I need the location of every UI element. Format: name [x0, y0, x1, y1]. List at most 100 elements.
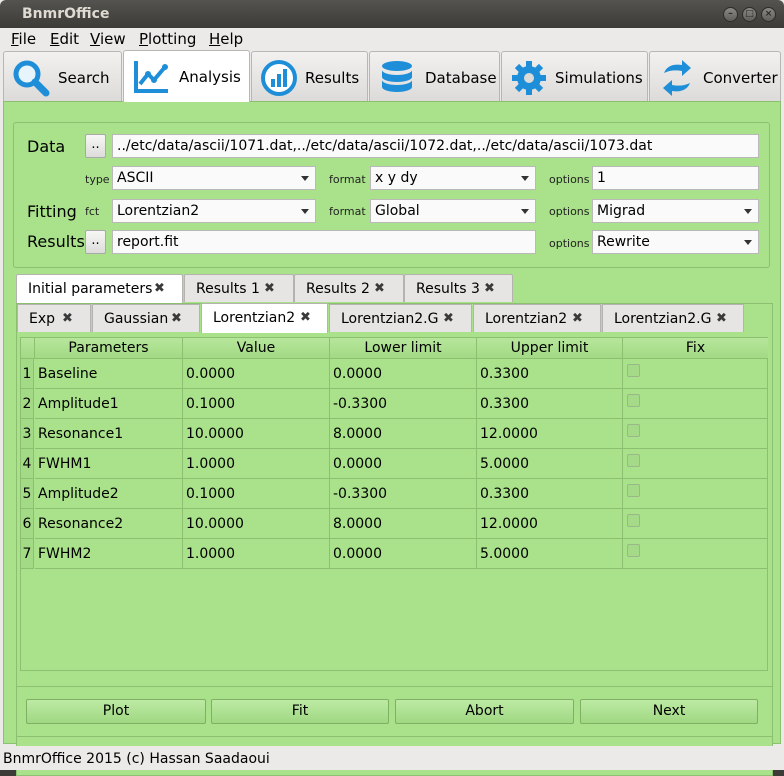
column-header[interactable]: Value — [183, 338, 330, 359]
fix-checkbox[interactable] — [627, 394, 640, 407]
fit-options-select[interactable]: Migrad — [592, 199, 759, 223]
close-tab-icon[interactable]: ✖ — [716, 305, 727, 333]
results-bar-icon — [261, 60, 297, 96]
tab-analysis[interactable]: Analysis — [123, 50, 250, 102]
table-cell-lower[interactable]: 0.0000 — [330, 449, 477, 479]
plot-button[interactable]: Plot — [26, 699, 206, 724]
menu-view[interactable]: View — [90, 30, 126, 48]
table-cell-param[interactable]: FWHM1 — [35, 449, 183, 479]
analysis-chart-icon — [134, 61, 168, 93]
table-cell-param[interactable]: Baseline — [35, 359, 183, 389]
table-cell-lower[interactable]: 8.0000 — [330, 509, 477, 539]
close-tab-icon[interactable]: ✖ — [572, 305, 583, 333]
close-tab-icon[interactable]: ✖ — [443, 305, 454, 333]
fct-select[interactable]: Lorentzian2 — [112, 199, 316, 223]
results-file-field[interactable]: report.fit — [112, 230, 536, 254]
table-cell-lower[interactable]: -0.3300 — [330, 479, 477, 509]
table-cell-value[interactable]: 10.0000 — [183, 419, 330, 449]
tab-results-3[interactable]: Results 3 ✖ — [404, 274, 513, 302]
tab-results-3-label: Results 3 — [416, 281, 480, 297]
table-cell-param[interactable]: Amplitude2 — [35, 479, 183, 509]
tab-results[interactable]: Results — [251, 51, 368, 101]
search-icon — [13, 60, 50, 97]
fix-checkbox[interactable] — [627, 484, 640, 497]
type-select[interactable]: ASCII — [112, 166, 316, 190]
results-options-select[interactable]: Rewrite — [592, 230, 759, 254]
table-cell-param[interactable]: FWHM2 — [35, 539, 183, 569]
close-tab-icon[interactable]: ✖ — [264, 275, 275, 303]
table-cell-value[interactable]: 0.0000 — [183, 359, 330, 389]
tab-exp[interactable]: Exp ✖ — [17, 304, 91, 332]
tab-search[interactable]: Search — [3, 51, 122, 101]
abort-button[interactable]: Abort — [395, 699, 574, 724]
table-cell-upper[interactable]: 0.3300 — [477, 389, 623, 419]
tab-lorentzian2-g[interactable]: Lorentzian2.G ✖ — [329, 304, 472, 332]
table-cell-param[interactable]: Resonance1 — [35, 419, 183, 449]
close-tab-icon[interactable]: ✖ — [374, 275, 385, 303]
tab-lorentzian2-g-b[interactable]: Lorentzian2.G ✖ — [602, 304, 744, 332]
close-icon[interactable]: × — [761, 7, 776, 22]
menu-plotting-label: lotting — [148, 30, 197, 48]
menu-file[interactable]: File — [11, 30, 36, 48]
fix-checkbox[interactable] — [627, 544, 640, 557]
data-browse-button[interactable]: .. — [85, 134, 106, 158]
menu-help[interactable]: Help — [209, 30, 243, 48]
row-number: 1 — [21, 359, 34, 389]
table-cell-lower[interactable]: 0.0000 — [330, 359, 477, 389]
column-header[interactable]: Parameters — [35, 338, 183, 359]
table-cell-lower[interactable]: -0.3300 — [330, 389, 477, 419]
close-tab-icon[interactable]: ✖ — [171, 305, 182, 333]
fit-format-select[interactable]: Global — [370, 199, 536, 223]
table-cell-upper[interactable]: 5.0000 — [477, 539, 623, 569]
tab-simulations[interactable]: Simulations — [501, 51, 648, 101]
fix-checkbox[interactable] — [627, 454, 640, 467]
fix-checkbox[interactable] — [627, 364, 640, 377]
table-cell-fix — [623, 389, 768, 419]
fix-checkbox[interactable] — [627, 514, 640, 527]
menu-plotting[interactable]: Plotting — [139, 30, 196, 48]
close-tab-icon[interactable]: ✖ — [154, 275, 165, 303]
table-cell-param[interactable]: Amplitude1 — [35, 389, 183, 419]
table-cell-value[interactable]: 1.0000 — [183, 449, 330, 479]
minimize-icon[interactable]: – — [723, 7, 738, 22]
table-cell-upper[interactable]: 12.0000 — [477, 509, 623, 539]
tab-database[interactable]: Database — [369, 51, 500, 101]
data-files-field[interactable]: ../etc/data/ascii/1071.dat,../etc/data/a… — [112, 134, 759, 158]
close-tab-icon[interactable]: ✖ — [484, 275, 495, 303]
table-cell-upper[interactable]: 5.0000 — [477, 449, 623, 479]
table-cell-fix — [623, 479, 768, 509]
close-tab-icon[interactable]: ✖ — [300, 304, 311, 332]
table-cell-value[interactable]: 10.0000 — [183, 509, 330, 539]
table-cell-lower[interactable]: 0.0000 — [330, 539, 477, 569]
table-cell-lower[interactable]: 8.0000 — [330, 419, 477, 449]
tab-lorentzian2-b[interactable]: Lorentzian2 ✖ — [473, 304, 601, 332]
column-header[interactable]: Lower limit — [330, 338, 477, 359]
close-tab-icon[interactable]: ✖ — [62, 305, 73, 333]
next-button[interactable]: Next — [580, 699, 758, 724]
column-header[interactable]: Upper limit — [477, 338, 623, 359]
options-field[interactable]: 1 — [592, 166, 759, 190]
menu-edit[interactable]: Edit — [50, 30, 79, 48]
column-header[interactable]: Fix — [623, 338, 768, 359]
format-select[interactable]: x y dy — [370, 166, 536, 190]
tab-lorentzian2[interactable]: Lorentzian2 ✖ — [201, 303, 328, 333]
table-cell-upper[interactable]: 0.3300 — [477, 359, 623, 389]
fit-button[interactable]: Fit — [211, 699, 389, 724]
table-cell-param[interactable]: Resonance2 — [35, 509, 183, 539]
tab-initial-parameters[interactable]: Initial parameters ✖ — [16, 274, 183, 304]
tab-results-1[interactable]: Results 1 ✖ — [184, 274, 294, 302]
results-browse-button[interactable]: .. — [85, 230, 106, 254]
table-cell-value[interactable]: 0.1000 — [183, 389, 330, 419]
table-cell-value[interactable]: 0.1000 — [183, 479, 330, 509]
table-cell-value[interactable]: 1.0000 — [183, 539, 330, 569]
tab-lorentzian2-g-b-label: Lorentzian2.G — [614, 311, 712, 327]
tab-converter[interactable]: Converter — [649, 51, 781, 101]
tab-gaussian[interactable]: Gaussian ✖ — [92, 304, 200, 332]
maximize-icon[interactable]: □ — [742, 7, 757, 22]
chevron-down-icon — [744, 209, 752, 214]
table-cell-upper[interactable]: 12.0000 — [477, 419, 623, 449]
tab-results-2[interactable]: Results 2 ✖ — [294, 274, 404, 302]
table-cell-upper[interactable]: 0.3300 — [477, 479, 623, 509]
fix-checkbox[interactable] — [627, 424, 640, 437]
table-cell-fix — [623, 509, 768, 539]
